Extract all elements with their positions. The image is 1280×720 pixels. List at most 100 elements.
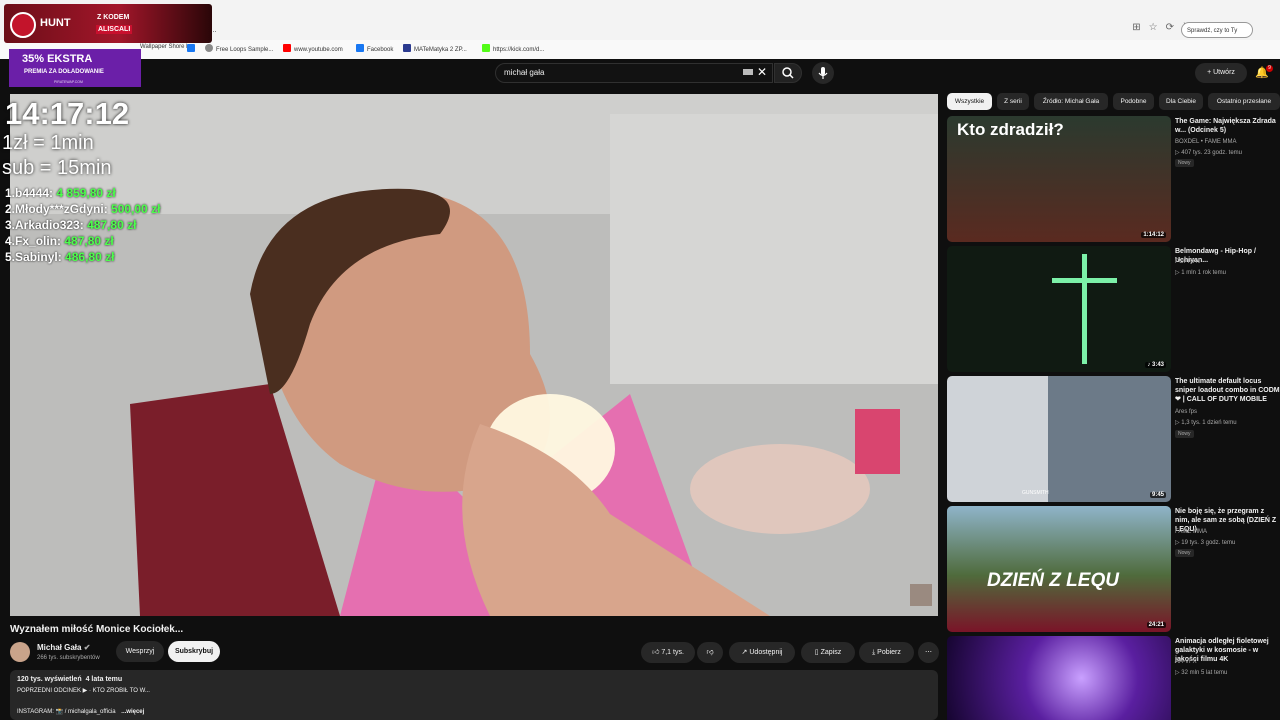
chip-all[interactable]: Wszystkie xyxy=(947,93,992,110)
chip-series[interactable]: Z serii xyxy=(997,93,1029,110)
recommendation-title[interactable]: The ultimate default locus sniper loadou… xyxy=(1175,377,1280,404)
search-button[interactable] xyxy=(774,63,802,83)
bookmark-item[interactable] xyxy=(187,44,198,53)
leaderboard-row: 5.Sabinyl: 486,80 zł xyxy=(5,250,115,264)
facebook-icon xyxy=(356,44,364,52)
create-button[interactable]: + Utwórz xyxy=(1195,63,1247,83)
recommendation-channel[interactable]: FAME MMA xyxy=(1175,529,1207,535)
recommendation-meta: ▷ 1,3 tys. 1 dzień temu xyxy=(1175,420,1237,426)
address-bar[interactable]: ... xyxy=(210,22,1090,38)
new-badge: Nowy xyxy=(1175,549,1194,557)
bookmark-item[interactable]: MATeMatyka 2 ZP... xyxy=(403,44,467,53)
share-button[interactable]: ↗ Udostępnij xyxy=(729,642,795,663)
more-link[interactable]: ...więcej xyxy=(121,709,144,715)
recommendation-meta: ▷ 1 mln 1 rok temu xyxy=(1175,270,1226,276)
promo-subtitle: PREMIA ZA DOŁADOWANIE xyxy=(24,69,104,75)
more-icon: ⋯ xyxy=(925,649,932,656)
bookmark-item[interactable]: https://kick.com/d... xyxy=(482,44,544,53)
subscriber-count: 266 tys. subskrybentów xyxy=(37,655,100,661)
stream-clock: 14:17:12 xyxy=(5,96,130,131)
recommendation-meta: ▷ 407 tys. 23 godz. temu xyxy=(1175,150,1242,156)
description-line: POPRZEDNI ODCINEK ▶ · KTO ZROBIŁ TO W... xyxy=(17,688,150,694)
donation-rate-label: 1zł = 1min xyxy=(2,132,94,154)
voice-search-button[interactable] xyxy=(812,62,834,84)
profile-button[interactable]: Sprawdź, czy to Ty xyxy=(1181,22,1253,38)
support-button[interactable]: Wesprzyj xyxy=(116,641,164,662)
search-icon xyxy=(782,67,794,79)
thumbs-up-icon: 👍︎ xyxy=(652,649,660,656)
video-thumbnail[interactable]: GUNSMITH 9:45 xyxy=(947,376,1171,502)
recommendation-channel[interactable]: AA-VFX xyxy=(1175,659,1197,665)
more-actions-button[interactable]: ⋯ xyxy=(918,642,939,663)
microphone-icon xyxy=(818,67,828,79)
subscription-rate-label: sub = 15min xyxy=(2,157,112,179)
thumbs-down-icon: 👎︎ xyxy=(706,649,714,656)
video-thumbnail[interactable]: DZIEŃ Z LEQU 24:21 xyxy=(947,506,1171,632)
promo-title: 35% EKSTRA xyxy=(22,53,93,65)
leaderboard-row: 1.b4444: 4 859,80 zł xyxy=(5,186,116,200)
description-instagram: INSTAGRAM: 📸 / michalgala_officia ...wię… xyxy=(17,709,145,715)
globe-icon xyxy=(205,44,213,52)
subscribe-button[interactable]: Subskrybuj xyxy=(168,641,220,662)
sponsor-code-prefix: Z KODEM xyxy=(97,14,130,21)
chip-similar[interactable]: Podobne xyxy=(1113,93,1154,110)
duration-badge: 9:45 xyxy=(1149,492,1166,498)
recommendation-title[interactable]: The Game: Największa Zdrada w... (Odcine… xyxy=(1175,117,1280,135)
keyboard-icon[interactable] xyxy=(743,69,753,75)
leaderboard-row: 4.Fx_olin: 487,80 zł xyxy=(5,234,114,248)
kick-icon xyxy=(482,44,490,52)
video-thumbnail[interactable] xyxy=(947,636,1171,720)
new-badge: Nowy xyxy=(1175,430,1194,438)
doc-icon xyxy=(403,44,411,52)
verified-icon: ✔ xyxy=(83,643,91,652)
download-icon: ⤓ xyxy=(872,649,876,656)
share-icon: ↗ xyxy=(741,649,748,656)
thumbnail-text: Kto zdradził? xyxy=(957,120,1064,139)
duration-badge: ♪ 3:43 xyxy=(1145,362,1166,368)
bookmark-item[interactable]: Wallpaper Shore l... xyxy=(140,44,192,50)
facebook-icon xyxy=(187,44,195,52)
bookmark-item[interactable]: www.youtube.com xyxy=(283,44,343,53)
close-icon[interactable]: ✕ xyxy=(757,65,767,79)
search-input[interactable]: michał gała xyxy=(495,63,773,83)
recommendation-meta: ▷ 19 tys. 3 godz. temu xyxy=(1175,540,1236,546)
description-box[interactable] xyxy=(10,670,938,720)
download-button[interactable]: ⤓ Pobierz xyxy=(859,642,914,663)
recommendation-meta: ▷ 32 mln 5 lat temu xyxy=(1175,670,1228,676)
video-player[interactable] xyxy=(10,94,938,616)
recommendation-channel[interactable]: Ares fps xyxy=(1175,409,1197,415)
sponsor-name: HUNT xyxy=(40,17,71,29)
duration-badge: 1:14:12 xyxy=(1141,232,1166,238)
save-button[interactable]: ▯ Zapisz xyxy=(801,642,855,663)
chip-recent[interactable]: Ostatnio przesłane xyxy=(1208,93,1280,110)
video-frame xyxy=(10,94,938,616)
channel-name[interactable]: Michał Gała ✔ xyxy=(37,643,90,652)
dislike-button[interactable]: 👎︎ xyxy=(697,642,723,663)
promo-url: PIRATEWAP.COM xyxy=(54,80,83,84)
duration-badge: 24:21 xyxy=(1146,622,1166,628)
notification-badge: 9 xyxy=(1266,65,1273,72)
recommendation-channel[interactable]: BOXDEL • FAME MMA xyxy=(1175,139,1237,145)
bookmark-item[interactable]: Facebook xyxy=(356,44,393,53)
thumbnail-text: GUNSMITH xyxy=(1022,490,1049,496)
thumbnail-text: DZIEŃ Z LEQU xyxy=(987,570,1119,591)
avatar[interactable] xyxy=(10,642,30,662)
cross-icon xyxy=(1052,254,1117,364)
leaderboard-row: 3.Arkadio323: 487,80 zł xyxy=(5,218,137,232)
bookmark-item[interactable]: Free Loops Sample... xyxy=(205,44,273,53)
bookmark-icon: ▯ xyxy=(814,649,819,656)
new-badge: Nowy xyxy=(1175,159,1194,167)
video-thumbnail[interactable]: Kto zdradził? 1:14:12 xyxy=(947,116,1171,242)
chip-source[interactable]: Źródło: Michał Gała xyxy=(1034,93,1108,110)
like-button[interactable]: 👍︎ 7,1 tys. xyxy=(641,642,695,663)
youtube-icon xyxy=(283,44,291,52)
sponsor-code: ALISCALI xyxy=(96,25,133,34)
video-thumbnail[interactable]: ♪ 3:43 xyxy=(947,246,1171,372)
hunt-logo-icon xyxy=(10,12,36,38)
video-stats: 120 tys. wyświetleń 4 lata temu xyxy=(17,676,123,683)
recommendation-channel[interactable]: POPPYN xyxy=(1175,259,1200,265)
leaderboard-row: 2.Młody***zGdyni: 500,00 zł xyxy=(5,202,161,216)
chip-for-you[interactable]: Dla Ciebie xyxy=(1159,93,1203,110)
bookmarks-bar: Wallpaper Shore l... Free Loops Sample..… xyxy=(0,40,1280,60)
video-title: Wyznałem miłość Monice Kociołek... xyxy=(10,624,184,635)
